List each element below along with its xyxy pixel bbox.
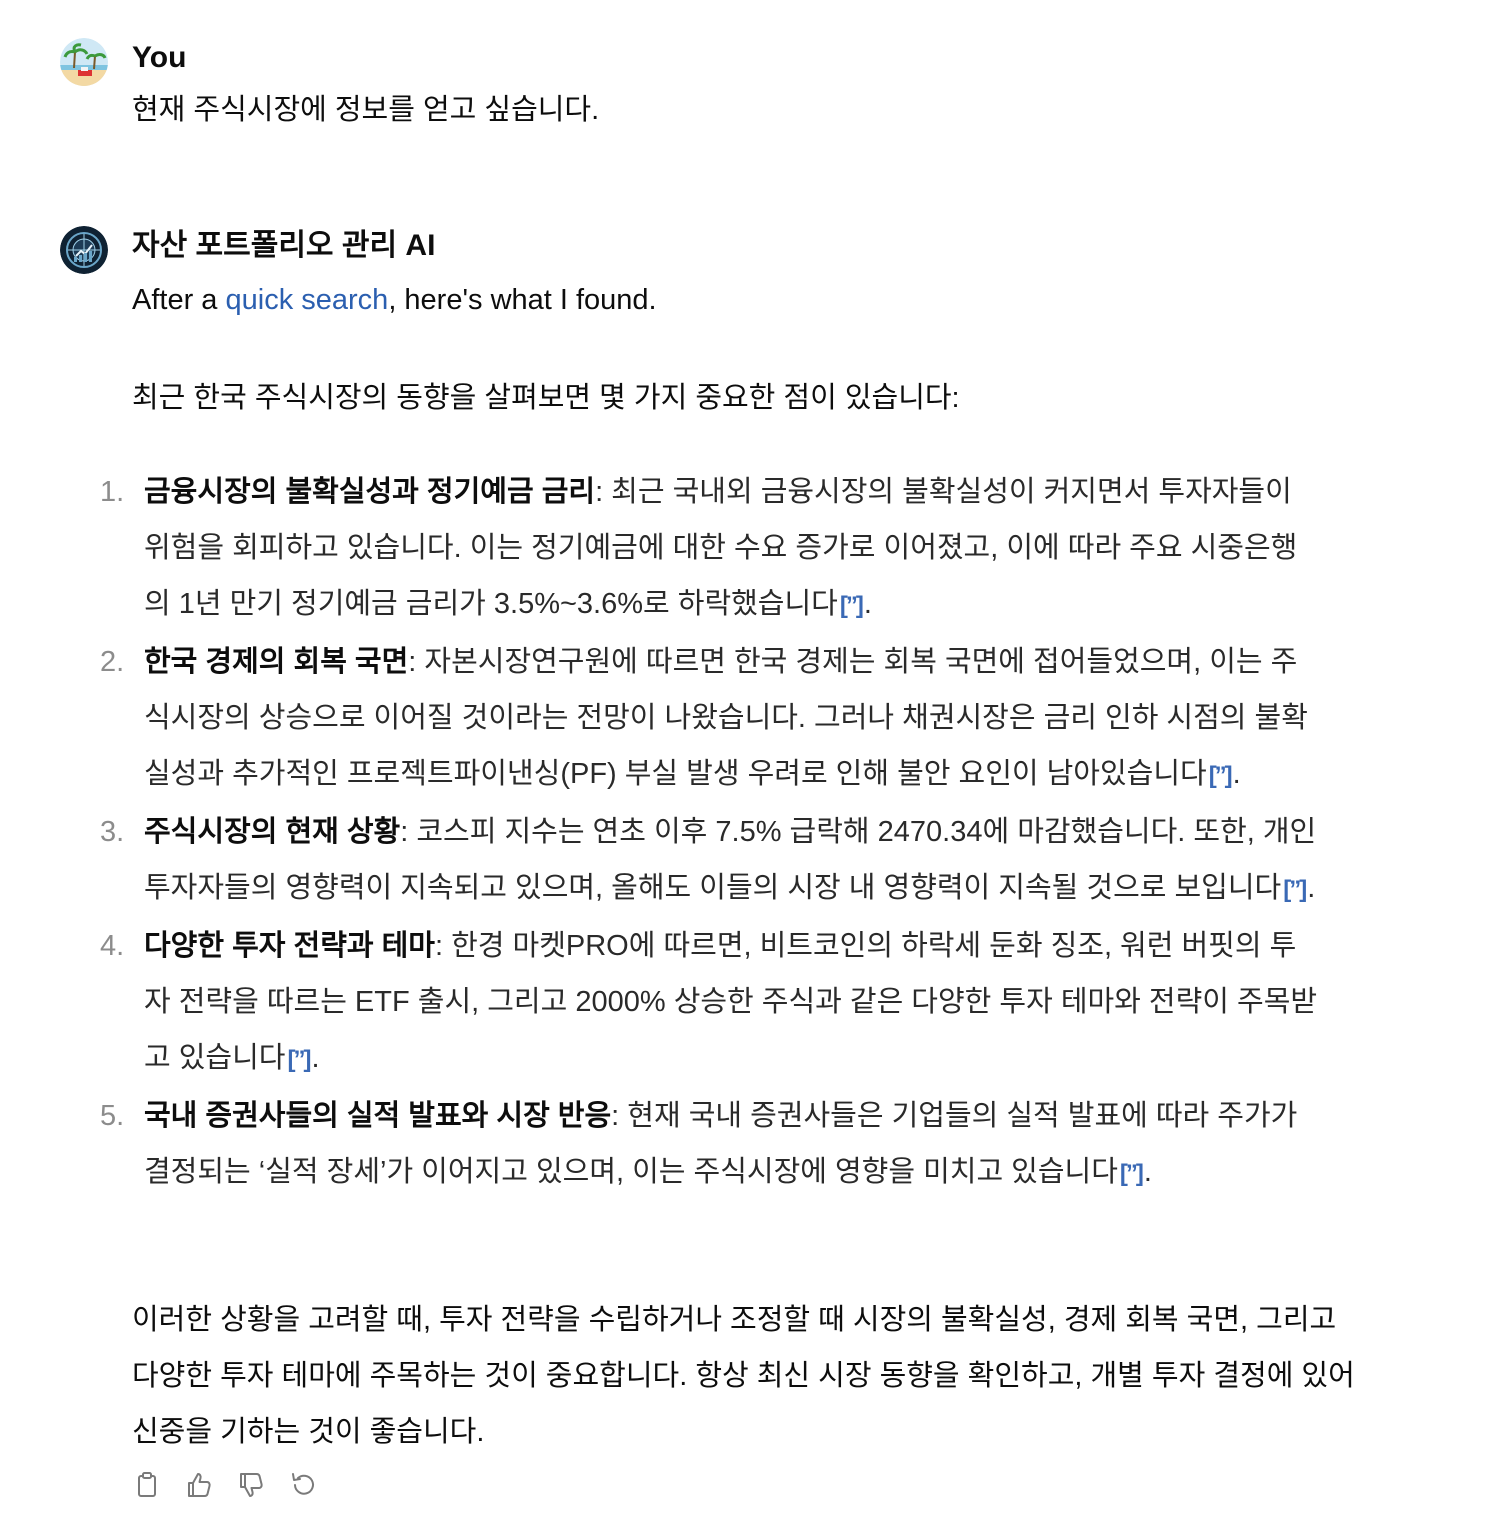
user-name: You [132, 41, 187, 74]
list-item: 5. 국내 증권사들의 실적 발표와 시장 반응: 현재 국내 증권사들은 기업들… [100, 1088, 1320, 1202]
citation-icon[interactable]: [”] [287, 1032, 311, 1088]
list-item-number: 2. [100, 646, 125, 678]
citation-icon[interactable]: [”] [840, 578, 864, 634]
list-item-title: 한국 경제의 회복 국면 [144, 646, 409, 678]
assistant-intro: After a quick search, here's what I foun… [132, 278, 657, 322]
citation-icon[interactable]: [”] [1283, 862, 1307, 918]
message-actions [132, 1470, 318, 1500]
intro-suffix: , here's what I found. [388, 284, 657, 316]
list-item-end: . [1143, 1156, 1152, 1188]
list-item: 2. 한국 경제의 회복 국면: 자본시장연구원에 따르면 한국 경제는 회복 국… [100, 634, 1320, 804]
citation-icon[interactable]: [”] [1209, 748, 1233, 804]
regenerate-icon[interactable] [288, 1470, 318, 1500]
intro-prefix: After a [132, 284, 226, 316]
list-item-number: 3. [100, 816, 125, 848]
copy-icon[interactable] [132, 1470, 162, 1500]
thumbs-up-icon[interactable] [184, 1470, 214, 1500]
list-item-end: . [311, 1042, 320, 1074]
user-message: You 현재 주식시장에 정보를 얻고 싶습니다. [60, 38, 1360, 138]
list-item-title: 금융시장의 불확실성과 정기예금 금리 [144, 476, 596, 508]
list-item-title: 주식시장의 현재 상황 [144, 816, 401, 848]
thumbs-down-icon[interactable] [236, 1470, 266, 1500]
list-item-title: 국내 증권사들의 실적 발표와 시장 반응 [144, 1100, 612, 1132]
user-avatar [60, 38, 108, 86]
list-item: 1. 금융시장의 불확실성과 정기예금 금리: 최근 국내외 금융시장의 불확실성… [100, 464, 1320, 634]
assistant-message: 자산 포트폴리오 관리 AI After a quick search, her… [60, 226, 1360, 1526]
list-item-title: 다양한 투자 전략과 테마 [144, 930, 435, 962]
quick-search-link[interactable]: quick search [226, 284, 389, 316]
list-item-end: . [1232, 758, 1241, 790]
citation-icon[interactable]: [”] [1120, 1146, 1144, 1202]
list-item-number: 1. [100, 476, 125, 508]
assistant-outro: 이러한 상황을 고려할 때, 투자 전략을 수립하거나 조정할 때 시장의 불확… [132, 1304, 1355, 1448]
list-item-end: . [1307, 872, 1316, 904]
assistant-avatar [60, 226, 108, 274]
assistant-lead: 최근 한국 주식시장의 동향을 살펴보면 몇 가지 중요한 점이 있습니다: [132, 382, 960, 414]
list-item-number: 5. [100, 1100, 125, 1132]
list-item: 3. 주식시장의 현재 상황: 코스피 지수는 연초 이후 7.5% 급락해 24… [100, 804, 1320, 918]
user-message-text: 현재 주식시장에 정보를 얻고 싶습니다. [132, 94, 600, 126]
findings-list: 1. 금융시장의 불확실성과 정기예금 금리: 최근 국내외 금융시장의 불확실성… [100, 464, 1320, 1202]
list-item: 4. 다양한 투자 전략과 테마: 한경 마켓PRO에 따르면, 비트코인의 하락… [100, 918, 1320, 1088]
assistant-name: 자산 포트폴리오 관리 AI [132, 229, 436, 262]
list-item-number: 4. [100, 930, 125, 962]
list-item-end: . [863, 588, 872, 620]
